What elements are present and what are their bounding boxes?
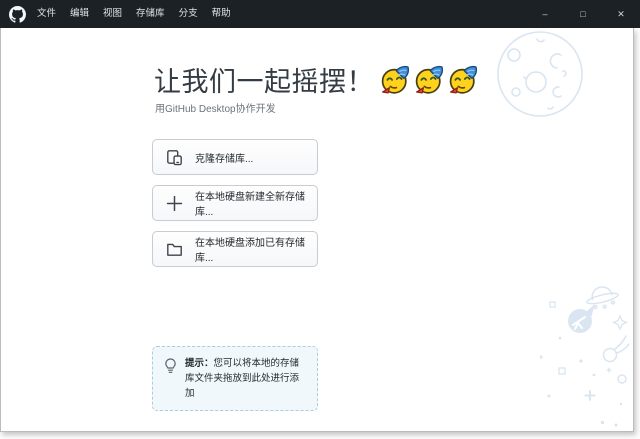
partying-face-emoji-row	[380, 64, 479, 95]
space-decorations	[540, 286, 630, 427]
tip-text: 提示：您可以将本地的存储库文件夹拖放到此处进行添加	[185, 356, 307, 401]
partying-face-emoji	[381, 65, 410, 94]
create-new-repository-label: 在本地硬盘新建全新存储库...	[195, 192, 305, 218]
window-controls: – □ ✕	[526, 0, 640, 28]
menu-bar: 文件 编辑 视图 存储库 分支 帮助	[30, 0, 238, 28]
page-title: 让我们一起摇摆！	[154, 67, 374, 97]
telescope-bubble-icon	[568, 304, 595, 333]
create-new-repository-button[interactable]: 在本地硬盘新建全新存储库...	[152, 185, 318, 221]
folder-icon	[167, 243, 182, 256]
github-desktop-window: 文件 编辑 视图 存储库 分支 帮助 – □ ✕ 让我们一起摇摆！ 用GitHu…	[0, 0, 640, 439]
moon-illustration	[497, 31, 583, 117]
close-button[interactable]: ✕	[602, 0, 640, 28]
hero-subtitle: 用GitHub Desktop协作开发	[155, 104, 276, 115]
tip-prefix: 提示：	[185, 358, 214, 369]
menu-file[interactable]: 文件	[30, 0, 63, 28]
menu-repository[interactable]: 存储库	[129, 0, 172, 28]
action-button-list: 克隆存储库... 在本地硬盘新建全新存储库... 在本地硬盘添加已有存储库...	[152, 139, 318, 267]
minimize-button[interactable]: –	[526, 0, 564, 28]
comet-icon	[602, 335, 630, 363]
maximize-button[interactable]: □	[564, 0, 602, 28]
drag-drop-tip: 提示：您可以将本地的存储库文件夹拖放到此处进行添加	[152, 346, 318, 411]
github-logo-icon	[8, 5, 26, 23]
clone-repository-label: 克隆存储库...	[195, 153, 254, 165]
menu-help[interactable]: 帮助	[205, 0, 238, 28]
add-local-repository-label: 在本地硬盘添加已有存储库...	[195, 238, 305, 264]
clone-repository-button[interactable]: 克隆存储库...	[152, 139, 318, 175]
welcome-blank-slate: 让我们一起摇摆！ 用GitHub Desktop协作开发 克隆存储库... 在本…	[0, 28, 634, 432]
plus-icon	[166, 195, 183, 211]
partying-face-emoji	[415, 65, 444, 94]
menu-view[interactable]: 视图	[96, 0, 129, 28]
add-local-repository-button[interactable]: 在本地硬盘添加已有存储库...	[152, 231, 318, 267]
menu-edit[interactable]: 编辑	[63, 0, 96, 28]
title-bar: 文件 编辑 视图 存储库 分支 帮助 – □ ✕	[0, 0, 640, 28]
menu-branch[interactable]: 分支	[172, 0, 205, 28]
partying-face-emoji	[449, 65, 478, 94]
lightbulb-icon	[165, 358, 176, 373]
ufo-icon	[586, 286, 619, 310]
clone-repository-icon	[167, 149, 182, 165]
